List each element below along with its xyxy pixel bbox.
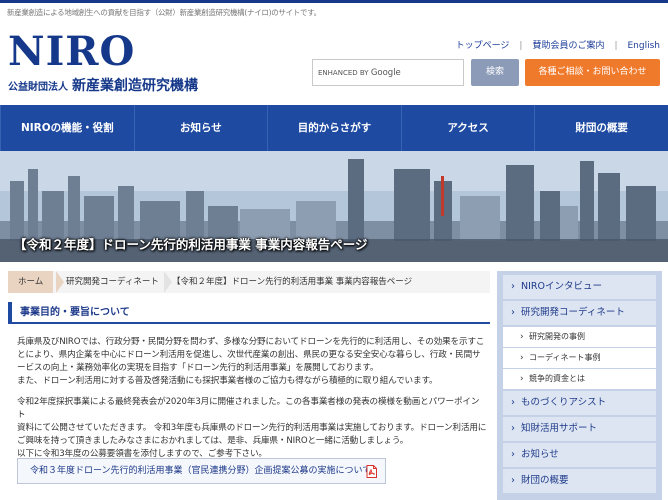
sidebar-sub-competitive-funds[interactable]: 競争的資金とは bbox=[503, 369, 656, 389]
hero-banner: 【令和２年度】ドローン先行的利活用事業 事業内容報告ページ bbox=[0, 151, 668, 262]
announcement-text: 令和３年度ドローン先行的利活用事業（官民連携分野）企画提案公募の実施について bbox=[30, 466, 372, 476]
link-top-page[interactable]: トップページ bbox=[456, 41, 510, 51]
paragraph-line: 資料にて公開させていただきます。 令和3年度も兵庫県のドローン先行的利活用事業は… bbox=[17, 423, 487, 433]
breadcrumb-home[interactable]: ホーム bbox=[8, 271, 54, 293]
paragraph-line: とにより、県内企業を中心にドローン利活用を促進し、次世代産業の創出、県民の更なる… bbox=[17, 350, 481, 360]
paragraph-line: 令和2年度採択事業による最終発表会が2020年3月に開催されました。この各事業者… bbox=[17, 397, 480, 420]
nav-item-access[interactable]: アクセス bbox=[402, 105, 536, 151]
search-input[interactable]: ENHANCED BY Google bbox=[312, 59, 464, 86]
search-brand: ENHANCED BY Google bbox=[318, 68, 401, 78]
top-bar: 新産業創造による地域創生への貢献を目指す（公財）新産業創造研究機構(ナイロ)のサ… bbox=[0, 0, 668, 22]
link-supporting-members[interactable]: 賛助会員のご案内 bbox=[532, 41, 604, 51]
pdf-icon bbox=[366, 465, 377, 478]
consult-contact-button[interactable]: 各種ご相談・お問い合わせ bbox=[525, 59, 660, 86]
logo-org-type: 公益財団法人 bbox=[8, 82, 68, 93]
page: 新産業創造による地域創生への貢献を目指す（公財）新産業創造研究機構(ナイロ)のサ… bbox=[0, 0, 668, 500]
link-english[interactable]: English bbox=[628, 41, 661, 51]
sidebar-item-interview[interactable]: NIROインタビュー bbox=[503, 275, 656, 299]
section-heading: 事業目的・要旨について bbox=[8, 302, 490, 324]
link-separator: | bbox=[614, 41, 618, 51]
nav-item-news[interactable]: お知らせ bbox=[135, 105, 269, 151]
sidebar-sub-rd-cases[interactable]: 研究開発の事例 bbox=[503, 327, 656, 347]
logo-wordmark: NIRO bbox=[8, 28, 136, 75]
announcement-link[interactable]: 令和３年度ドローン先行的利活用事業（官民連携分野）企画提案公募の実施について bbox=[17, 458, 386, 484]
link-separator: | bbox=[519, 41, 523, 51]
header-links: トップページ | 賛助会員のご案内 | English bbox=[446, 38, 660, 51]
paragraph-line: 兵庫県及びNIROでは、行政分野・民間分野を問わず、多様な分野においてドローンを… bbox=[17, 337, 485, 347]
hero-title: 【令和２年度】ドローン先行的利活用事業 事業内容報告ページ bbox=[14, 237, 368, 252]
logo-org-title: 新産業創造研究機構 bbox=[72, 78, 198, 94]
breadcrumb: ホーム 研究開発コーディネート 【令和２年度】ドローン先行的利活用事業 事業内容… bbox=[8, 271, 490, 293]
global-nav: NIROの機能・役割 お知らせ 目的からさがす アクセス 財団の概要 bbox=[0, 105, 668, 151]
sidebar: NIROインタビュー 研究開発コーディネート 研究開発の事例 コーディネート事例… bbox=[497, 271, 662, 500]
paragraph-line: ご興味を持って頂きましたみなさまにおかれましては、是非、兵庫県・NIROと一緒に… bbox=[17, 436, 409, 446]
breadcrumb-current: 【令和２年度】ドローン先行的利活用事業 事業内容報告ページ bbox=[172, 277, 413, 287]
logo-org-name: 公益財団法人 新産業創造研究機構 bbox=[8, 75, 198, 95]
nav-item-purpose[interactable]: 目的からさがす bbox=[268, 105, 402, 151]
sidebar-sub-coordinate-cases[interactable]: コーディネート事例 bbox=[503, 348, 656, 368]
breadcrumb-rd-coordinate[interactable]: 研究開発コーディネート bbox=[56, 271, 159, 293]
paragraph-report: 令和2年度採択事業による最終発表会が2020年3月に開催されました。この各事業者… bbox=[17, 396, 487, 461]
sidebar-item-monozukuri-assist[interactable]: ものづくりアシスト bbox=[503, 391, 656, 415]
search-brand-prefix: ENHANCED BY bbox=[318, 69, 369, 77]
sidebar-item-rd-coordinate[interactable]: 研究開発コーディネート bbox=[503, 301, 656, 325]
paragraph-line: また、ドローン利活用に対する普及啓発活動にも採択事業者様のご協力も得ながら積極的… bbox=[17, 376, 438, 386]
site-tagline: 新産業創造による地域創生への貢献を目指す（公財）新産業創造研究機構(ナイロ)のサ… bbox=[7, 8, 321, 17]
sidebar-item-about[interactable]: 財団の概要 bbox=[503, 469, 656, 493]
search-brand-name: Google bbox=[370, 68, 401, 78]
nav-item-about[interactable]: 財団の概要 bbox=[535, 105, 668, 151]
search-button[interactable]: 検索 bbox=[471, 59, 519, 86]
sidebar-item-news[interactable]: お知らせ bbox=[503, 443, 656, 467]
sidebar-item-ip-support[interactable]: 知財活用サポート bbox=[503, 417, 656, 441]
nav-item-functions[interactable]: NIROの機能・役割 bbox=[0, 105, 135, 151]
paragraph-purpose: 兵庫県及びNIROでは、行政分野・民間分野を問わず、多様な分野においてドローンを… bbox=[17, 336, 487, 388]
paragraph-line: ービスの向上・業務効率化の実現を目指す「ドローン先行的利活用事業」を展開しており… bbox=[17, 363, 379, 373]
breadcrumb-arrow bbox=[164, 271, 172, 293]
site-logo[interactable]: NIRO 公益財団法人 新産業創造研究機構 bbox=[8, 28, 248, 95]
